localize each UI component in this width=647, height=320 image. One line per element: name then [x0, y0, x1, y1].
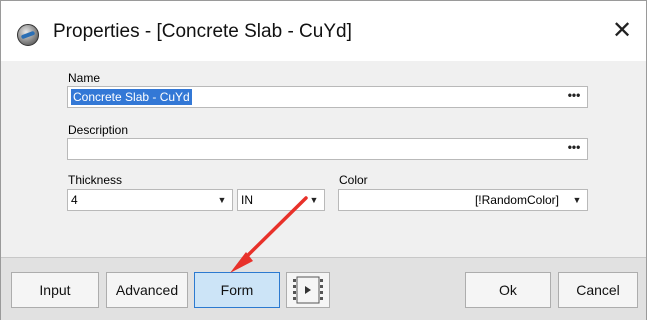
properties-dialog: Properties - [Concrete Slab - CuYd] ✕ Na… [0, 0, 647, 320]
unit-value: IN [241, 193, 253, 207]
window-title: Properties - [Concrete Slab - CuYd] [53, 21, 352, 42]
description-field[interactable]: ••• [67, 138, 588, 160]
chevron-down-icon[interactable]: ▼ [304, 190, 324, 210]
title-bar: Properties - [Concrete Slab - CuYd] ✕ [1, 1, 646, 61]
unit-select[interactable]: IN ▼ [237, 189, 325, 211]
concrete-app-icon [17, 24, 39, 46]
color-value: [!RandomColor] [474, 193, 559, 207]
color-label: Color [339, 173, 368, 187]
filmstrip-play-button[interactable] [286, 272, 330, 308]
color-select[interactable]: [!RandomColor] ▼ [338, 189, 588, 211]
description-ellipsis-button[interactable]: ••• [564, 141, 584, 157]
name-field[interactable]: Concrete Slab - CuYd ••• [67, 86, 588, 108]
thickness-value: 4 [71, 193, 78, 207]
form-button[interactable]: Form [194, 272, 280, 308]
filmstrip-play-icon [293, 276, 323, 304]
properties-form: Name Concrete Slab - CuYd ••• Descriptio… [1, 61, 646, 257]
cancel-button[interactable]: Cancel [558, 272, 638, 308]
name-label: Name [68, 71, 101, 85]
advanced-button[interactable]: Advanced [106, 272, 188, 308]
close-icon[interactable]: ✕ [607, 15, 637, 47]
name-ellipsis-button[interactable]: ••• [564, 89, 584, 105]
chevron-down-icon[interactable]: ▼ [212, 190, 232, 210]
button-bar: Input Advanced Form Ok Cancel [1, 257, 646, 320]
ok-button[interactable]: Ok [465, 272, 551, 308]
input-button[interactable]: Input [11, 272, 99, 308]
thickness-select[interactable]: 4 ▼ [67, 189, 233, 211]
name-value: Concrete Slab - CuYd [71, 89, 192, 105]
chevron-down-icon[interactable]: ▼ [567, 190, 587, 210]
description-label: Description [68, 123, 129, 137]
thickness-label: Thickness [68, 173, 123, 187]
